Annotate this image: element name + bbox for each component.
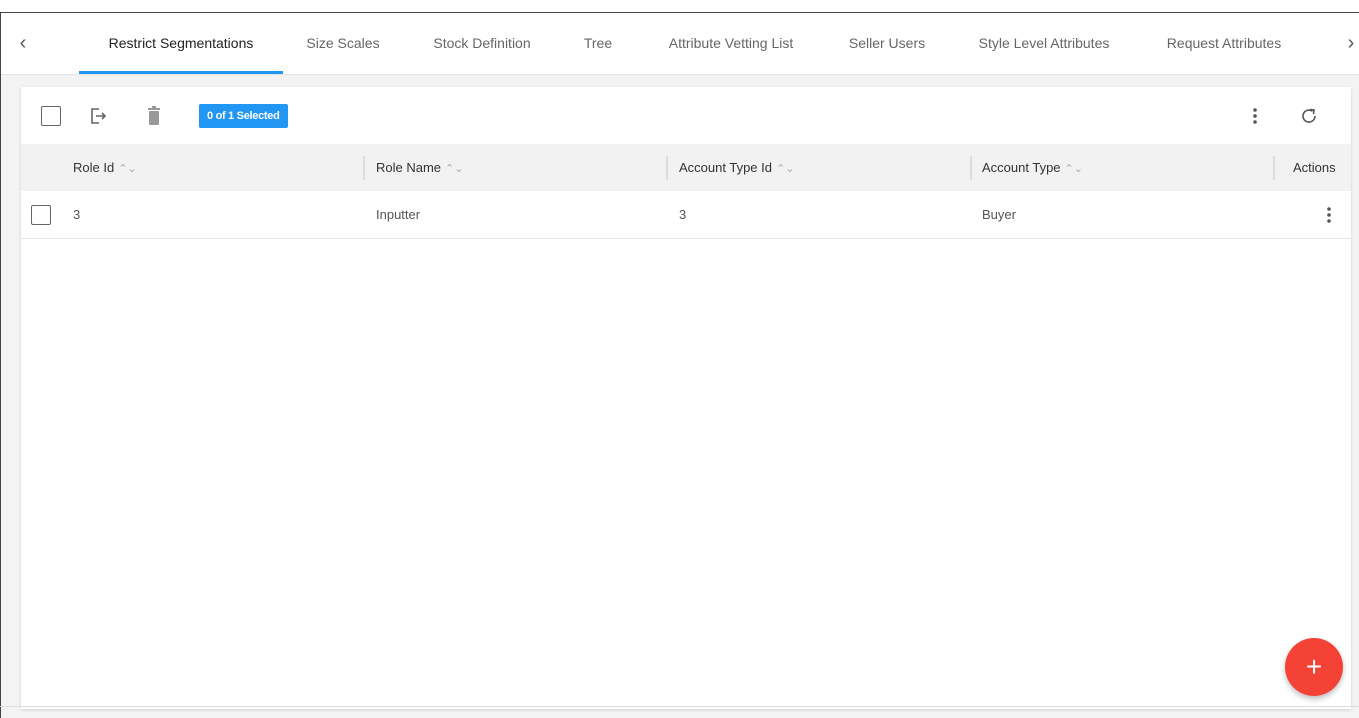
tab-request-attributes[interactable]: Request Attributes: [1151, 13, 1297, 75]
tab-restrict-segmentations[interactable]: Restrict Segmentations: [79, 13, 283, 75]
column-header-role-id[interactable]: Role Id ⌃⌄: [73, 144, 137, 191]
tab-style-level-attributes[interactable]: Style Level Attributes: [959, 13, 1129, 75]
tab-tree[interactable]: Tree: [571, 13, 625, 75]
table-toolbar: 0 of 1 Selected: [21, 87, 1351, 144]
row-checkbox[interactable]: [31, 205, 51, 225]
selection-count-badge: 0 of 1 Selected: [199, 104, 288, 128]
table-row[interactable]: 3 Inputter 3 Buyer: [21, 191, 1351, 239]
chevron-right-icon[interactable]: ›: [1339, 31, 1359, 55]
export-icon[interactable]: [86, 104, 110, 128]
row-actions-more-icon[interactable]: [1317, 203, 1341, 227]
table-header: Role Id ⌃⌄ Role Name ⌃⌄ Account Type Id ⌃⌄ …: [21, 144, 1351, 191]
column-divider[interactable]: [666, 156, 668, 180]
tab-seller-users[interactable]: Seller Users: [837, 13, 937, 75]
more-vert-icon[interactable]: [1243, 104, 1267, 128]
column-header-account-type-id[interactable]: Account Type Id ⌃⌄: [679, 144, 794, 191]
chevron-left-icon[interactable]: ‹: [11, 31, 35, 55]
data-table-card: 0 of 1 Selected Role Id⌃⌄ Role Name⌃⌄: [21, 87, 1351, 709]
sort-icon: ⌃⌄: [118, 163, 137, 175]
delete-icon[interactable]: [142, 104, 166, 128]
tab-stock-definition[interactable]: Stock Definition: [415, 13, 549, 75]
app-frame: ‹ Restrict Segmentations Size Scales Sto…: [0, 12, 1359, 718]
active-tab-indicator: [79, 71, 283, 74]
tab-size-scales[interactable]: Size Scales: [293, 13, 393, 75]
cell-role-id: 3: [73, 207, 81, 222]
cell-role-name: Inputter: [376, 207, 421, 222]
tab-attribute-vetting-list[interactable]: Attribute Vetting List: [647, 13, 815, 75]
column-header-actions: Actions: [1293, 160, 1336, 175]
cell-account-type: Buyer: [982, 207, 1016, 222]
tab-bar: ‹ Restrict Segmentations Size Scales Sto…: [1, 13, 1359, 75]
refresh-icon[interactable]: [1297, 104, 1321, 128]
column-divider[interactable]: [970, 156, 972, 180]
sort-icon: ⌃⌄: [445, 163, 464, 175]
cell-account-type-id: 3: [679, 207, 687, 222]
sort-icon: ⌃⌄: [776, 163, 795, 175]
column-divider[interactable]: [363, 156, 365, 180]
sort-icon: ⌃⌄: [1064, 163, 1083, 175]
column-divider[interactable]: [1273, 156, 1275, 180]
select-all-checkbox[interactable]: [41, 106, 61, 126]
divider: [0, 706, 1359, 707]
column-header-account-type[interactable]: Account Type ⌃⌄: [982, 144, 1083, 191]
column-header-role-name[interactable]: Role Name ⌃⌄: [376, 144, 463, 191]
add-icon[interactable]: +: [1285, 638, 1343, 696]
